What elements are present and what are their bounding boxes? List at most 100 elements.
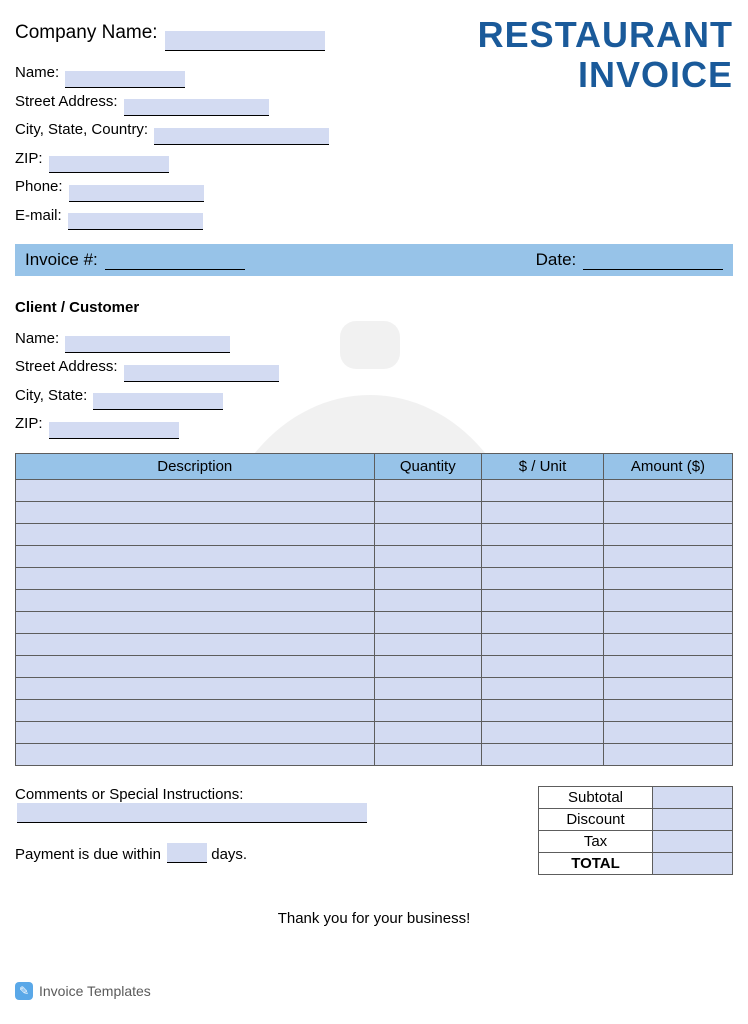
table-cell[interactable] (374, 545, 482, 567)
items-table: Description Quantity $ / Unit Amount ($) (15, 453, 733, 766)
company-street-field[interactable] (124, 99, 269, 116)
table-cell[interactable] (374, 699, 482, 721)
table-cell[interactable] (16, 501, 375, 523)
footer-logo-icon: ✎ (15, 982, 33, 1000)
col-quantity: Quantity (374, 453, 482, 479)
table-row (16, 633, 733, 655)
table-cell[interactable] (482, 545, 604, 567)
footer: ✎ Invoice Templates (15, 982, 733, 1000)
table-cell[interactable] (374, 721, 482, 743)
table-cell[interactable] (603, 655, 732, 677)
invoice-number-label: Invoice #: (25, 250, 98, 269)
table-cell[interactable] (603, 677, 732, 699)
table-cell[interactable] (482, 501, 604, 523)
comments-label: Comments or Special Instructions: (15, 786, 518, 803)
table-cell[interactable] (374, 567, 482, 589)
table-cell[interactable] (16, 677, 375, 699)
client-block: Client / Customer Name: Street Address: … (15, 294, 733, 439)
payment-days-field[interactable] (167, 843, 207, 863)
table-cell[interactable] (16, 611, 375, 633)
client-street-field[interactable] (124, 365, 279, 382)
table-row (16, 655, 733, 677)
client-zip-field[interactable] (49, 422, 179, 439)
table-cell[interactable] (482, 479, 604, 501)
table-cell[interactable] (603, 545, 732, 567)
client-name-field[interactable] (65, 336, 230, 353)
company-street-label: Street Address: (15, 88, 118, 117)
invoice-date-field[interactable] (583, 252, 723, 270)
table-cell[interactable] (603, 699, 732, 721)
table-cell[interactable] (603, 633, 732, 655)
table-cell[interactable] (16, 721, 375, 743)
discount-value[interactable] (653, 808, 733, 830)
company-name-label: Company Name: (15, 15, 158, 51)
table-cell[interactable] (16, 545, 375, 567)
table-cell[interactable] (482, 589, 604, 611)
table-cell[interactable] (16, 479, 375, 501)
table-cell[interactable] (482, 633, 604, 655)
table-cell[interactable] (16, 743, 375, 765)
table-row (16, 545, 733, 567)
table-cell[interactable] (374, 655, 482, 677)
table-cell[interactable] (482, 523, 604, 545)
subtotal-value[interactable] (653, 786, 733, 808)
table-cell[interactable] (482, 721, 604, 743)
table-cell[interactable] (482, 655, 604, 677)
table-cell[interactable] (374, 633, 482, 655)
company-citystatecountry-field[interactable] (154, 128, 329, 145)
company-name-field[interactable] (165, 31, 325, 51)
payment-prefix: Payment is due within (15, 846, 161, 863)
table-cell[interactable] (603, 611, 732, 633)
table-cell[interactable] (603, 743, 732, 765)
table-cell[interactable] (16, 589, 375, 611)
table-cell[interactable] (374, 479, 482, 501)
table-cell[interactable] (374, 743, 482, 765)
footer-text: Invoice Templates (39, 983, 151, 999)
client-citystate-field[interactable] (93, 393, 223, 410)
table-cell[interactable] (374, 589, 482, 611)
table-cell[interactable] (603, 567, 732, 589)
table-cell[interactable] (16, 523, 375, 545)
table-cell[interactable] (482, 567, 604, 589)
total-value[interactable] (653, 852, 733, 874)
tax-label: Tax (539, 830, 653, 852)
table-cell[interactable] (16, 567, 375, 589)
table-cell[interactable] (603, 501, 732, 523)
table-row (16, 479, 733, 501)
col-amount: Amount ($) (603, 453, 732, 479)
table-row (16, 721, 733, 743)
table-row (16, 567, 733, 589)
company-zip-field[interactable] (49, 156, 169, 173)
company-phone-field[interactable] (69, 185, 204, 202)
comments-field[interactable] (17, 803, 367, 823)
table-cell[interactable] (603, 721, 732, 743)
table-row (16, 677, 733, 699)
table-cell[interactable] (482, 677, 604, 699)
table-cell[interactable] (603, 589, 732, 611)
table-cell[interactable] (374, 501, 482, 523)
company-person-name-field[interactable] (65, 71, 185, 88)
invoice-number-field[interactable] (105, 252, 245, 270)
table-row (16, 523, 733, 545)
table-cell[interactable] (482, 743, 604, 765)
table-row (16, 743, 733, 765)
table-cell[interactable] (482, 699, 604, 721)
table-cell[interactable] (374, 611, 482, 633)
table-cell[interactable] (603, 479, 732, 501)
thank-you: Thank you for your business! (15, 910, 733, 927)
invoice-bar: Invoice #: Date: (15, 244, 733, 276)
invoice-date-label: Date: (536, 250, 577, 269)
company-phone-label: Phone: (15, 173, 63, 202)
payment-suffix: days. (211, 846, 247, 863)
table-cell[interactable] (482, 611, 604, 633)
subtotal-label: Subtotal (539, 786, 653, 808)
tax-value[interactable] (653, 830, 733, 852)
discount-label: Discount (539, 808, 653, 830)
table-cell[interactable] (374, 523, 482, 545)
company-email-field[interactable] (68, 213, 203, 230)
table-cell[interactable] (374, 677, 482, 699)
table-cell[interactable] (16, 633, 375, 655)
table-cell[interactable] (16, 699, 375, 721)
table-cell[interactable] (16, 655, 375, 677)
table-cell[interactable] (603, 523, 732, 545)
